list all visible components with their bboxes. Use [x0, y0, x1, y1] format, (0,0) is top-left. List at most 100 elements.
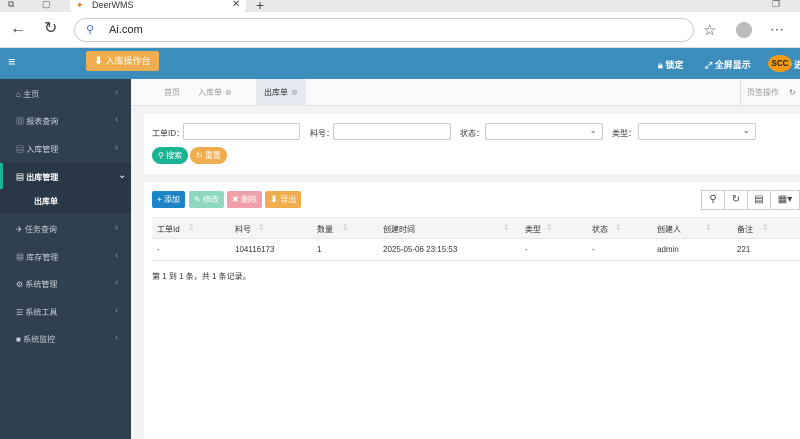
col-type[interactable]: 类型: [525, 224, 541, 235]
sidebar-item-tools[interactable]: ☰ 系统工具 ‹: [0, 298, 131, 325]
col-created-time[interactable]: 创建时间: [383, 224, 415, 235]
fullscreen-button[interactable]: ⤢ 全屏显示: [705, 58, 751, 71]
status-select[interactable]: ⌄: [485, 123, 603, 140]
export-button[interactable]: ⬇ 导出: [265, 191, 302, 208]
reload-icon[interactable]: ↻: [44, 20, 57, 38]
table-refresh-button[interactable]: ↻: [724, 190, 748, 210]
search-button[interactable]: ⚲ 搜索: [152, 147, 189, 164]
add-button[interactable]: + 添加: [152, 191, 185, 208]
cell-quantity: 1: [317, 245, 322, 254]
chevron-down-icon: ⌄: [118, 170, 127, 181]
row-divider: [152, 260, 800, 261]
reset-button[interactable]: ↻ 重置: [190, 147, 227, 164]
profile-avatar[interactable]: [736, 22, 752, 38]
sidebar-item-label: 主页: [23, 90, 40, 99]
sidebar-item-tasks[interactable]: ✈ 任务查询 ‹: [0, 215, 131, 242]
col-quantity[interactable]: 数量: [317, 224, 333, 235]
sidebar-item-reports[interactable]: ▥ 报表查询 ‹: [0, 107, 131, 134]
fullscreen-label: 全屏显示: [714, 60, 751, 70]
pagination-summary: 第 1 到 1 条，共 1 条记录。: [152, 272, 251, 281]
material-label: 料号：: [310, 129, 334, 138]
refresh-tab-icon[interactable]: ↻: [789, 79, 796, 106]
list-icon: ☰: [16, 308, 24, 317]
sidebar-subitem-label: 出库单: [34, 197, 58, 206]
lock-button[interactable]: 🔒︎ 锁定: [658, 58, 683, 71]
browser-tab-bar: ⧉ ▢ ✦ DeerWMS ✕ + ❐: [0, 0, 800, 13]
page-tabs-bar: 首页 入库单 ⊗ 出库单 ⊗ 页签操作 ↻: [131, 79, 800, 106]
cell-type: -: [525, 245, 528, 254]
col-remark[interactable]: 备注: [737, 224, 753, 235]
sidebar-item-home[interactable]: ⌂ 主页 ‹: [0, 80, 131, 107]
refresh-icon: ↻: [731, 194, 741, 205]
url-field[interactable]: ⚲ Ai.com: [74, 18, 694, 42]
col-status[interactable]: 状态: [592, 224, 608, 235]
order-id-label: 工单ID：: [152, 129, 184, 138]
sort-icon: ⇕: [258, 223, 265, 232]
delete-button-label: 删除: [240, 195, 257, 204]
deer-logo-icon: ✦: [76, 0, 84, 10]
sort-icon: ⇕: [705, 223, 712, 232]
tab-home[interactable]: 首页: [164, 79, 180, 106]
sort-icon: ⇕: [342, 223, 349, 232]
lock-icon: 🔒︎: [658, 60, 663, 70]
sidebar-item-outbound[interactable]: ▤ 出库管理 ⌄: [0, 163, 131, 190]
favorites-icon[interactable]: ☆: [703, 21, 716, 39]
inbound-console-button[interactable]: ⬇ 入库操作台: [86, 51, 159, 71]
col-creator[interactable]: 创建人: [657, 224, 681, 235]
col-material[interactable]: 料号: [235, 224, 251, 235]
tab-inbound[interactable]: 入库单 ⊗: [198, 79, 232, 106]
back-icon[interactable]: ←: [10, 20, 26, 38]
table-search-button[interactable]: ⚲: [701, 190, 725, 210]
sidebar-item-label: 入库管理: [26, 145, 59, 154]
order-id-input[interactable]: [183, 123, 300, 140]
url-text: Ai.com: [109, 24, 143, 36]
edit-button[interactable]: ✎ 修改: [189, 191, 224, 208]
sidebar-item-inbound[interactable]: ▤ 入库管理 ‹: [0, 135, 131, 162]
search-icon: ⚲: [158, 151, 164, 160]
cell-remark: 221: [737, 245, 751, 254]
chevron-down-icon: ⌄: [589, 125, 597, 135]
chevron-down-icon: ⌄: [742, 125, 750, 135]
tab-inbound-label: 入库单: [198, 88, 222, 97]
cell-created-time: 2025-05-06 23:15:53: [383, 245, 458, 254]
table-toggle-view-button[interactable]: ▤: [747, 190, 771, 210]
close-tab-icon[interactable]: ✕: [232, 0, 240, 10]
chevron-left-icon: ‹: [115, 87, 119, 98]
columns-dropdown-button[interactable]: ▦▾: [770, 190, 800, 210]
tab-actions-icon[interactable]: ▢: [42, 0, 51, 10]
browser-tab[interactable]: ✦ DeerWMS: [70, 0, 246, 12]
type-select[interactable]: ⌄: [638, 123, 756, 140]
sidebar: ⌂ 主页 ‹ ▥ 报表查询 ‹ ▤ 入库管理 ‹ ▤ 出库管理 ⌄ 出库单 ✈ 任务查询…: [0, 79, 131, 439]
sidebar-item-system[interactable]: ⚙ 系统管理 ‹: [0, 270, 131, 297]
sidebar-subitem-outbound-order[interactable]: 出库单: [0, 189, 131, 213]
remove-icon: ✖: [232, 195, 239, 204]
cell-material: 104116173: [235, 245, 275, 254]
sort-icon: ⇕: [546, 223, 553, 232]
chevron-left-icon: ‹: [115, 142, 119, 153]
tab-outbound[interactable]: 出库单 ⊗: [256, 79, 306, 106]
user-name[interactable]: 进: [794, 58, 800, 71]
lock-label: 锁定: [665, 60, 684, 70]
chart-icon: ▥: [16, 117, 24, 126]
site-info-icon[interactable]: ⚲: [86, 23, 94, 36]
restore-window-icon[interactable]: ❐: [772, 0, 780, 10]
user-logo[interactable]: SCC: [768, 55, 792, 72]
address-bar: ← ↻ ⚲ Ai.com ☆ ⋯: [0, 12, 800, 48]
chevron-left-icon: ‹: [115, 222, 119, 233]
material-input[interactable]: [333, 123, 451, 140]
close-icon[interactable]: ⊗: [225, 88, 232, 97]
workspaces-icon[interactable]: ⧉: [8, 0, 14, 10]
cell-status: -: [592, 245, 595, 254]
sidebar-item-monitor[interactable]: ■ 系统监控 ‹: [0, 325, 131, 352]
download-icon: ⬇: [94, 56, 106, 66]
sidebar-item-stock[interactable]: ▦ 库存管理 ‹: [0, 243, 131, 270]
chevron-left-icon: ‹: [115, 250, 119, 261]
delete-button[interactable]: ✖ 删除: [227, 191, 262, 208]
plus-icon: +: [157, 195, 162, 204]
add-button-label: 添加: [163, 195, 180, 204]
table-header: 工单Id ⇕ 料号 ⇕ 数量 ⇕ 创建时间 ⇕ 类型 ⇕ 状态 ⇕ 创建人 ⇕ 备注 ⇕: [152, 217, 800, 239]
col-order-id[interactable]: 工单Id: [157, 224, 180, 235]
more-icon[interactable]: ⋯: [770, 21, 784, 38]
menu-toggle-icon[interactable]: ≡: [8, 54, 16, 69]
close-icon[interactable]: ⊗: [291, 88, 298, 97]
